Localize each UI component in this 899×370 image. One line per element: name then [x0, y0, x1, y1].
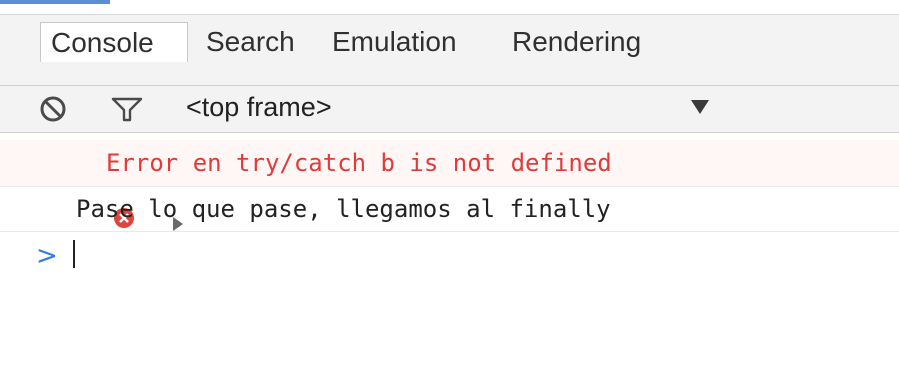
frame-selector[interactable]: <top frame> [186, 90, 332, 124]
expand-triangle-icon[interactable] [84, 155, 183, 231]
tab-rendering[interactable]: Rendering [502, 22, 651, 62]
console-log-message[interactable]: Pase lo que pase, llegamos al finally [0, 187, 899, 231]
devtools-panel: Console Search Emulation Rendering <top … [0, 0, 899, 321]
prompt-chevron-icon: > [36, 241, 58, 271]
tab-emulation[interactable]: Emulation [322, 22, 467, 62]
filter-icon[interactable] [110, 94, 144, 124]
active-tab-accent [0, 0, 110, 4]
toolbar-divider [0, 132, 899, 133]
console-error-message[interactable]: Error en try/catch b is not defined [0, 140, 899, 231]
tab-search[interactable]: Search [196, 22, 305, 62]
log-text: Pase lo que pase, llegamos al finally [76, 195, 611, 223]
chevron-down-icon[interactable] [691, 100, 709, 114]
message-divider [0, 231, 899, 232]
clear-console-icon[interactable] [38, 94, 68, 124]
error-text: Error en try/catch b is not defined [106, 149, 612, 177]
tab-console[interactable]: Console [40, 22, 188, 62]
error-circle-icon [26, 152, 134, 228]
text-cursor [73, 240, 75, 268]
console-input[interactable] [72, 234, 852, 274]
